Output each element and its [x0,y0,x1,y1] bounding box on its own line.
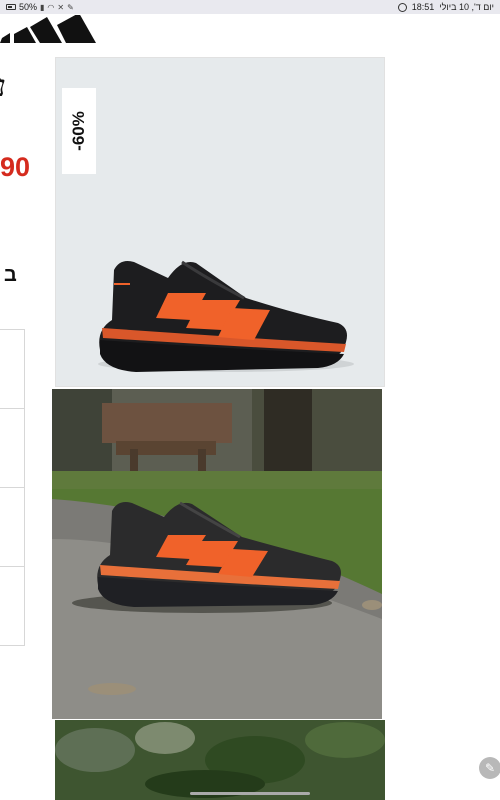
status-right: יום ד', 10 ביולי 18:51 [397,2,494,12]
discount-label: -60% [69,111,88,151]
edit-button[interactable]: ✎ [479,757,500,779]
product-page: 50% ▮ ◠ ✕ ✎ יום ד', 10 ביולי 18:51 נ 90 … [0,0,500,800]
product-price: 90 [0,152,31,182]
shoe-image [98,260,354,372]
product-image-3[interactable] [55,720,385,800]
product-title: נ [0,70,6,104]
wifi-icon: ◠ [47,2,55,12]
size-option[interactable] [0,408,25,488]
foliage-photo [55,720,385,800]
discount-badge: -60% [62,88,96,174]
home-indicator[interactable] [190,792,310,795]
size-option[interactable] [0,487,25,567]
battery-icon [6,4,16,10]
size-option[interactable] [0,329,25,409]
size-selector [0,329,25,646]
status-left: 50% ▮ ◠ ✕ ✎ [6,2,74,12]
battery-percent: 50% [19,2,38,12]
mute-icon: ✕ [57,2,65,12]
pen-icon: ✎ [67,2,74,12]
product-subtitle: ב [4,264,17,286]
signal-icon: ▮ [40,2,45,12]
status-bar: 50% ▮ ◠ ✕ ✎ יום ד', 10 ביולי 18:51 [0,0,500,14]
lifestyle-photo [52,389,382,719]
status-time: 18:51 [411,2,435,12]
product-image-1[interactable]: -60% [55,57,385,387]
adidas-logo[interactable] [0,15,100,45]
status-date: יום ד', 10 ביולי [439,2,494,12]
pencil-icon: ✎ [484,761,496,775]
product-image-2[interactable] [52,389,382,719]
whatsapp-icon [397,2,407,12]
size-option[interactable] [0,566,25,646]
